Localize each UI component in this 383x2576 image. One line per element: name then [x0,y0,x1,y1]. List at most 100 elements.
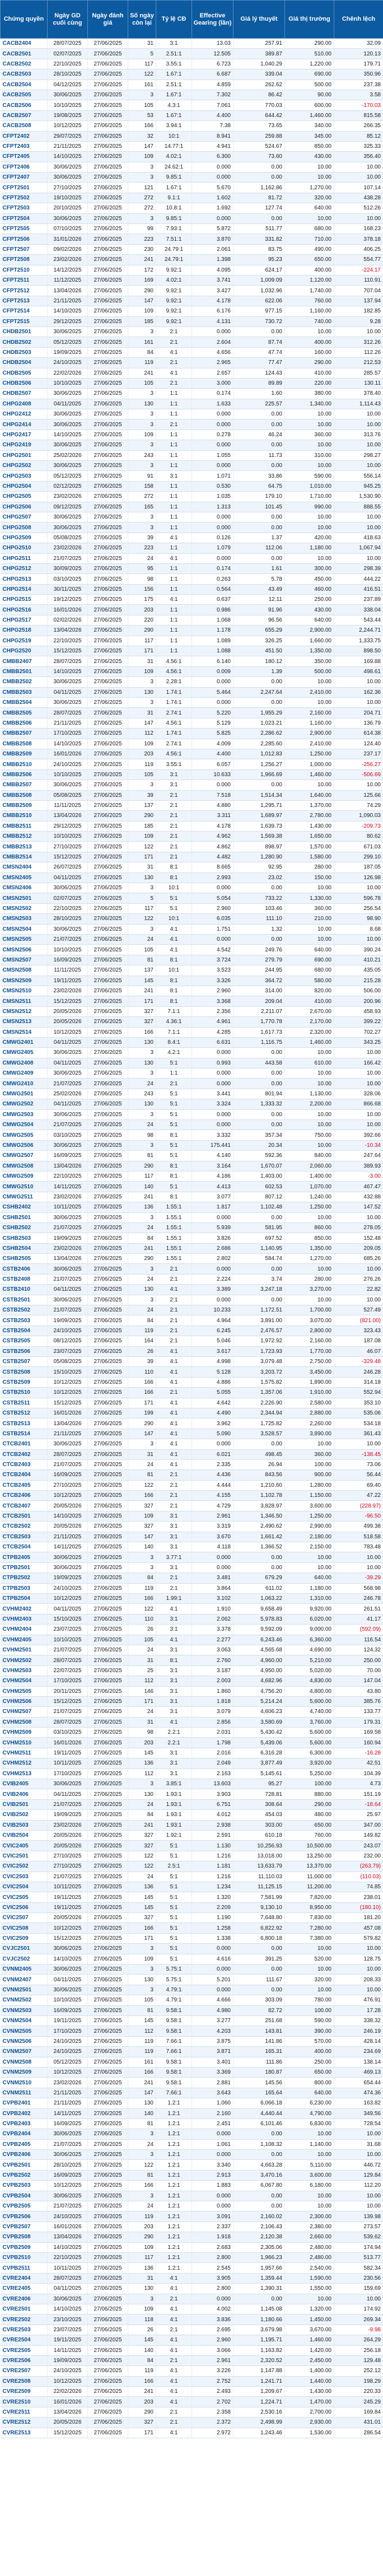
cell-days-left: 171 [128,1696,156,1707]
cell-ratio: 4:1 [156,347,192,358]
cell-price-market: 6,300.00 [284,1748,334,1759]
cell-ratio: 1:1 [156,440,192,451]
cell-last-trade: 21/07/2025 [47,2139,88,2150]
cell-price-market: 3,920.00 [284,1758,334,1769]
table-row: CFPT2514 14/10/2025 27/06/2025 109 9.92:1 6.1… [0,306,383,317]
cell-price-theory: 1,403.00 [233,1171,285,1182]
cell-ratio: 3:1 [156,1645,192,1656]
cell-last-trade: 31/01/2026 [47,234,88,245]
cell-ratio: 8:1 [156,1171,192,1182]
cell-ratio: 9.58:1 [156,2077,192,2088]
cell-price-market: 1,400.00 [284,2365,334,2377]
cell-price-market: 1,120.00 [284,275,334,286]
cell-price-theory: 0.00 [233,522,285,533]
cell-days-left: 145 [128,1748,156,1759]
cell-last-trade: 03/10/2025 [47,573,88,585]
cell-date: 27/06/2025 [87,481,128,492]
cell-difference: 518.58 [334,1532,383,1543]
cell-code: CMBB2510 [0,759,48,770]
cell-effective-gearing: 0.000 [192,326,233,338]
cell-effective-gearing: 1.398 [192,254,233,265]
table-row: CTPB2503 24/10/2025 27/06/2025 119 2:1 3.864 6… [0,1583,383,1594]
cell-days-left: 109 [128,2304,156,2315]
cell-difference: 1,090.03 [334,810,383,822]
cell-ratio: 5:1 [156,1140,192,1151]
cell-effective-gearing: 4.656 [192,347,233,358]
cell-date: 27/06/2025 [87,512,128,523]
cell-price-market: 1,270.00 [284,182,334,193]
cell-price-market: 10.00 [284,1964,334,1975]
cell-code: CMBB2508 [0,739,48,749]
cell-price-market: 10.00 [284,512,334,523]
cell-date: 27/06/2025 [87,2417,128,2428]
cell-date: 27/06/2025 [87,2407,128,2418]
cell-days-left: 81 [128,2005,156,2017]
table-row: CHDB2504 24/10/2025 27/06/2025 119 2:1 2.965 7… [0,357,383,368]
warrant-valuation-table-container: Chứng quyền Ngày GD cuối cùng Ngày đánh … [0,0,383,2439]
cell-date: 27/06/2025 [87,2222,128,2233]
cell-code: CVPB2504 [0,2191,48,2202]
cell-effective-gearing: 2.160 [192,2108,233,2119]
cell-last-trade: 30/06/2025 [47,697,88,708]
cell-date: 27/06/2025 [87,2170,128,2181]
cell-difference: 278.05 [334,1222,383,1234]
cell-ratio: 1.55:1 [156,1222,192,1234]
cell-price-market: 1,370.00 [284,800,334,811]
cell-date: 27/06/2025 [87,1995,128,2006]
cell-code: CVIC2502 [0,1861,48,1872]
cell-last-trade: 08/12/2025 [47,1336,88,1347]
cell-ratio: 7.51:1 [156,234,192,245]
cell-code: CHPG2520 [0,646,48,657]
cell-code: CVNM2507 [0,2046,48,2057]
cell-code: CSTB2510 [0,1387,48,1398]
table-row: CVPB2505 21/07/2025 27/06/2025 24 1.2:1 0.000… [0,2201,383,2212]
cell-price-market: 860.00 [284,1222,334,1234]
cell-difference: 457.08 [334,1922,383,1934]
cell-price-market: 160.00 [284,347,334,358]
cell-code: CSTB2406 [0,1263,48,1275]
cell-price-market: 10.00 [284,409,334,420]
cell-days-left: 327 [128,1006,156,1018]
cell-days-left: 171 [128,1933,156,1944]
cell-price-market: 10.00 [284,440,334,451]
cell-date: 27/06/2025 [87,151,128,162]
cell-effective-gearing: 4.131 [192,316,233,327]
cell-code: CHPG2408 [0,399,48,410]
cell-price-theory: 622.06 [233,296,285,307]
cell-price-market: 650.00 [284,2067,334,2078]
cell-price-market: 1,460.00 [284,110,334,122]
cell-price-theory: 1,172.51 [233,1305,285,1316]
cell-difference: 1,333.75 [334,636,383,647]
table-row: CVIC2502 27/10/2025 27/06/2025 122 2.5:1 1.18… [0,1861,383,1872]
cell-price-market: 350.00 [284,656,334,667]
cell-days-left: 3 [128,1140,156,1151]
cell-code: CVIC2503 [0,1872,48,1882]
cell-price-market: 90.00 [284,90,334,101]
cell-price-market: 400.00 [284,337,334,348]
cell-days-left: 203 [128,2222,156,2233]
cell-code: CVHM2507 [0,1706,48,1718]
cell-ratio: 4.56:1 [156,749,192,760]
cell-last-trade: 10/12/2025 [47,2067,88,2078]
table-row: CVHM2510 16/01/2026 27/06/2025 203 2.2:1 1.79… [0,1737,383,1748]
cell-last-trade: 22/07/2025 [47,1665,88,1677]
cell-price-theory: 9,658.49 [233,1603,285,1614]
cell-effective-gearing: 5.090 [192,1429,233,1440]
cell-difference: 182.85 [334,306,383,317]
cell-last-trade: 02/02/2026 [47,615,88,626]
table-row: CMSN2406 30/06/2025 27/06/2025 3 10:1 0.000 0.… [0,883,383,894]
cell-difference: 299.10 [334,852,383,863]
cell-ratio: 4:1 [156,1408,192,1419]
table-row: CHPG2520 15/12/2025 27/06/2025 171 1:1 1.088 4… [0,646,383,657]
cell-last-trade: 10/10/2025 [47,1635,88,1645]
cell-date: 27/06/2025 [87,2252,128,2264]
cell-price-theory: 3,203.72 [233,1366,285,1378]
cell-effective-gearing: 6.176 [192,306,233,317]
cell-days-left: 3 [128,1295,156,1306]
cell-price-theory: 0.00 [233,440,285,451]
cell-difference: 499.38 [334,1521,383,1532]
cell-code: CVNM2502 [0,1995,48,2006]
cell-price-market: 820.00 [284,986,334,997]
cell-last-trade: 28/07/2025 [47,656,88,667]
cell-days-left: 241 [128,2386,156,2397]
